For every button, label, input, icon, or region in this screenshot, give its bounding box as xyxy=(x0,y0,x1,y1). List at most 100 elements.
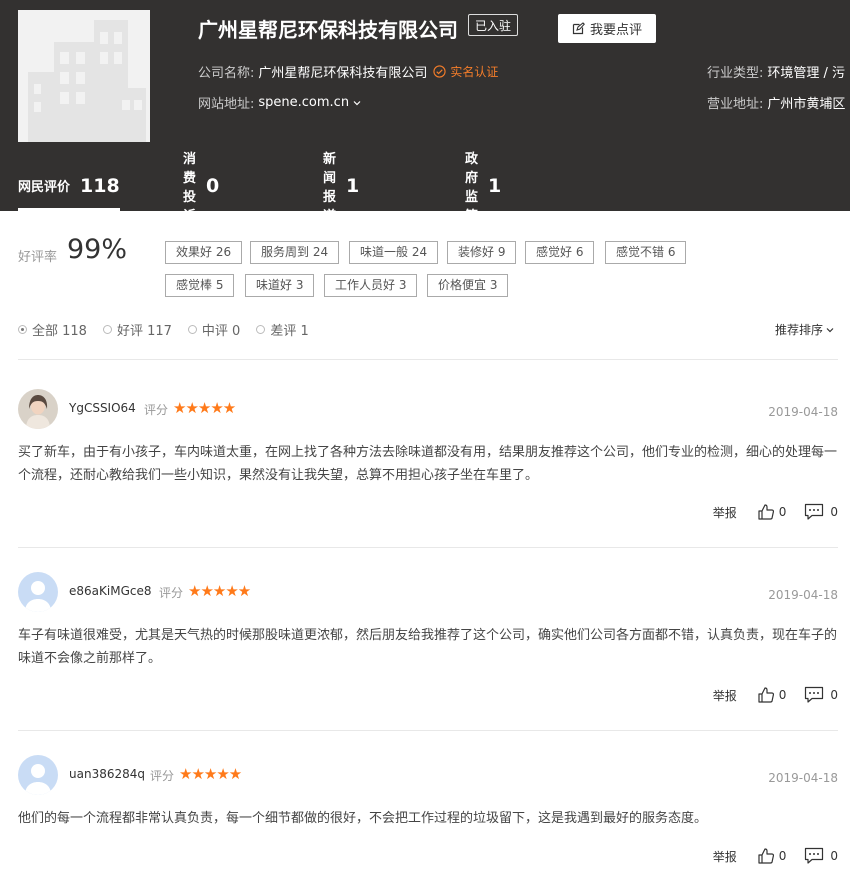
review-content: 买了新车，由于有小孩子，车内味道太重，在网上找了各种方法去除味道都没有用，结果朋… xyxy=(18,445,838,483)
write-review-button[interactable]: 我要点评 xyxy=(558,14,656,43)
filter-label: 差评 1 xyxy=(270,324,309,339)
like-count: 0 xyxy=(778,688,787,702)
verified-label: 实名认证 xyxy=(450,65,499,79)
address-row: 营业地址: 广州市黄埔区 xyxy=(707,93,845,112)
tab-label: 政府监管 xyxy=(465,151,479,224)
review-tag[interactable]: 效果好 26 xyxy=(165,241,243,264)
website-row: 网站地址: spene.com.cn xyxy=(198,93,362,112)
score-label: 评分 xyxy=(144,403,169,417)
company-title: 广州星帮尼环保科技有限公司 xyxy=(198,18,458,42)
chevron-down-icon[interactable] xyxy=(352,98,362,108)
comment-icon xyxy=(805,503,824,520)
like-count: 0 xyxy=(778,849,787,863)
positive-rate-value: 99% xyxy=(67,234,128,265)
comment-icon xyxy=(805,847,824,864)
thumbs-up-icon xyxy=(758,848,774,864)
review-filters: 全部 118 好评 117 中评 0 差评 1 xyxy=(18,320,325,339)
avatar xyxy=(18,755,58,795)
company-name-value: 广州星帮尼环保科技有限公司 xyxy=(258,66,428,81)
industry-label: 行业类型: xyxy=(707,66,764,81)
divider xyxy=(18,730,838,731)
like-count: 0 xyxy=(778,505,787,519)
comment-button[interactable]: 0 xyxy=(804,503,838,521)
like-button[interactable]: 0 xyxy=(757,686,787,704)
tab-government[interactable]: 政府监管 1 xyxy=(465,152,502,224)
tab-news[interactable]: 新闻报道 1 xyxy=(323,152,360,224)
review-tag[interactable]: 感觉不错 6 xyxy=(605,241,687,264)
review-tag[interactable]: 味道好 3 xyxy=(245,274,315,297)
review-date: 2019-04-18 xyxy=(768,588,838,602)
username: uan386284q xyxy=(69,767,145,781)
tab-count: 118 xyxy=(80,174,120,197)
review-tag[interactable]: 感觉好 6 xyxy=(525,241,595,264)
rating-stars: ★★★★★ xyxy=(188,582,251,600)
like-button[interactable]: 0 xyxy=(757,503,787,521)
filter-negative[interactable]: 差评 1 xyxy=(256,320,309,339)
report-button[interactable]: 举报 xyxy=(713,848,737,865)
address-value: 广州市黄埔区 xyxy=(767,97,846,112)
username: e86aKiMGce8 xyxy=(69,584,152,598)
review-item: YgCSSIO64 评分 ★★★★★ 2019-04-18 买了新车，由于有小孩… xyxy=(18,389,838,539)
company-name-row: 公司名称: 广州星帮尼环保科技有限公司 实名认证 xyxy=(198,62,498,81)
review-tag[interactable]: 工作人员好 3 xyxy=(324,274,418,297)
company-header: 广州星帮尼环保科技有限公司 已入驻 我要点评 公司名称: 广州星帮尼环保科技有限… xyxy=(0,0,850,224)
tab-count: 1 xyxy=(346,174,360,197)
sort-label: 推荐排序 xyxy=(775,323,824,337)
review-actions: 举报 0 0 xyxy=(713,847,838,865)
review-tag[interactable]: 味道一般 24 xyxy=(349,241,439,264)
avatar xyxy=(18,572,58,612)
review-item: uan386284q 评分 ★★★★★ 2019-04-18 他们的每一个流程都… xyxy=(18,755,838,875)
filter-all[interactable]: 全部 118 xyxy=(18,320,87,339)
thumbs-up-icon xyxy=(758,504,774,520)
score-label: 评分 xyxy=(159,586,184,600)
building-icon xyxy=(18,10,150,142)
rating-stars: ★★★★★ xyxy=(173,399,236,417)
like-button[interactable]: 0 xyxy=(757,847,787,865)
review-actions: 举报 0 0 xyxy=(713,503,838,521)
verified-badge: 实名认证 xyxy=(433,63,498,80)
filter-label: 好评 117 xyxy=(116,324,172,339)
default-avatar-icon xyxy=(18,755,58,795)
report-button[interactable]: 举报 xyxy=(713,504,737,521)
score-label: 评分 xyxy=(150,769,175,783)
industry-row: 行业类型: 环境管理 / 污 xyxy=(707,62,845,81)
review-tag[interactable]: 装修好 9 xyxy=(447,241,517,264)
chevron-down-icon xyxy=(826,327,834,332)
write-review-label: 我要点评 xyxy=(589,23,642,38)
tab-label: 消费投诉 xyxy=(183,151,197,224)
radio-icon xyxy=(256,325,266,334)
tab-complaints[interactable]: 消费投诉 0 xyxy=(183,152,220,224)
company-name-label: 公司名称: xyxy=(198,66,255,81)
review-date: 2019-04-18 xyxy=(768,405,838,419)
comment-button[interactable]: 0 xyxy=(804,686,838,704)
comment-count: 0 xyxy=(830,688,838,702)
divider xyxy=(18,359,838,360)
tab-count: 1 xyxy=(488,174,502,197)
user-photo-icon xyxy=(18,389,58,429)
tab-reviews[interactable]: 网民评价 118 xyxy=(18,160,120,211)
edit-icon xyxy=(572,22,585,35)
tab-label: 网民评价 xyxy=(18,180,71,195)
report-button[interactable]: 举报 xyxy=(713,687,737,704)
review-tag[interactable]: 价格便宜 3 xyxy=(427,274,509,297)
tab-count: 0 xyxy=(206,174,220,197)
avatar xyxy=(18,389,58,429)
radio-icon xyxy=(102,325,112,334)
review-content: 他们的每一个流程都非常认真负责，每一个细节都做的很好，不会把工作过程的垃圾留下，… xyxy=(18,811,708,826)
review-content: 车子有味道很难受，尤其是天气热的时候那股味道更浓郁，然后朋友给我推荐了这个公司，… xyxy=(18,628,838,666)
sort-dropdown[interactable]: 推荐排序 xyxy=(775,321,835,338)
rating-stars: ★★★★★ xyxy=(179,765,242,783)
comment-button[interactable]: 0 xyxy=(804,847,838,865)
review-date: 2019-04-18 xyxy=(768,771,838,785)
review-tag[interactable]: 感觉棒 5 xyxy=(165,274,235,297)
filter-positive[interactable]: 好评 117 xyxy=(102,320,172,339)
website-link[interactable]: spene.com.cn xyxy=(258,95,349,110)
thumbs-up-icon xyxy=(758,687,774,703)
filter-label: 中评 0 xyxy=(201,324,241,339)
company-logo-placeholder xyxy=(18,10,150,142)
review-actions: 举报 0 0 xyxy=(713,686,838,704)
comment-icon xyxy=(805,686,824,703)
filter-neutral[interactable]: 中评 0 xyxy=(187,320,241,339)
review-tag[interactable]: 服务周到 24 xyxy=(250,241,340,264)
website-label: 网站地址: xyxy=(198,97,255,112)
